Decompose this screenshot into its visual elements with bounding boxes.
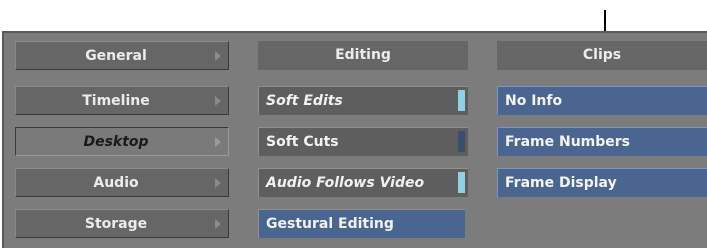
option-label: Frame Display (505, 175, 617, 191)
clips-frame-numbers-button[interactable]: Frame Numbers (497, 127, 707, 156)
option-label: Soft Edits (266, 93, 343, 109)
category-label: Timeline (82, 93, 150, 109)
category-general-button[interactable]: General (15, 41, 229, 70)
category-audio-button[interactable]: Audio (15, 168, 229, 197)
option-label: Soft Cuts (266, 134, 339, 150)
category-desktop-button[interactable]: Desktop (15, 127, 229, 156)
triangle-right-icon (215, 219, 221, 229)
option-label: Frame Numbers (505, 134, 631, 150)
triangle-right-icon (215, 51, 221, 61)
soft-edits-toggle[interactable]: Soft Edits (258, 86, 468, 115)
triangle-right-icon (215, 96, 221, 106)
editing-header: Editing (258, 41, 468, 70)
option-label: No Info (505, 93, 563, 109)
option-label: Audio Follows Video (266, 175, 425, 191)
category-label: General (85, 48, 147, 64)
clips-header: Clips (497, 41, 707, 70)
toggle-indicator-on (458, 90, 465, 111)
toggle-indicator-off (458, 131, 465, 152)
category-label: Audio (93, 175, 139, 191)
triangle-right-icon (215, 137, 221, 147)
toggle-indicator-on (458, 172, 465, 193)
category-label: Desktop (83, 134, 149, 150)
triangle-right-icon (215, 178, 221, 188)
clips-frame-display-button[interactable]: Frame Display (497, 168, 707, 197)
gestural-editing-button[interactable]: Gestural Editing (258, 209, 465, 238)
soft-cuts-toggle[interactable]: Soft Cuts (258, 127, 468, 156)
audio-follows-video-toggle[interactable]: Audio Follows Video (258, 168, 468, 197)
category-timeline-button[interactable]: Timeline (15, 86, 229, 115)
clips-no-info-button[interactable]: No Info (497, 86, 707, 115)
category-storage-button[interactable]: Storage (15, 209, 229, 238)
option-label: Gestural Editing (266, 216, 394, 232)
category-label: Storage (84, 216, 148, 232)
